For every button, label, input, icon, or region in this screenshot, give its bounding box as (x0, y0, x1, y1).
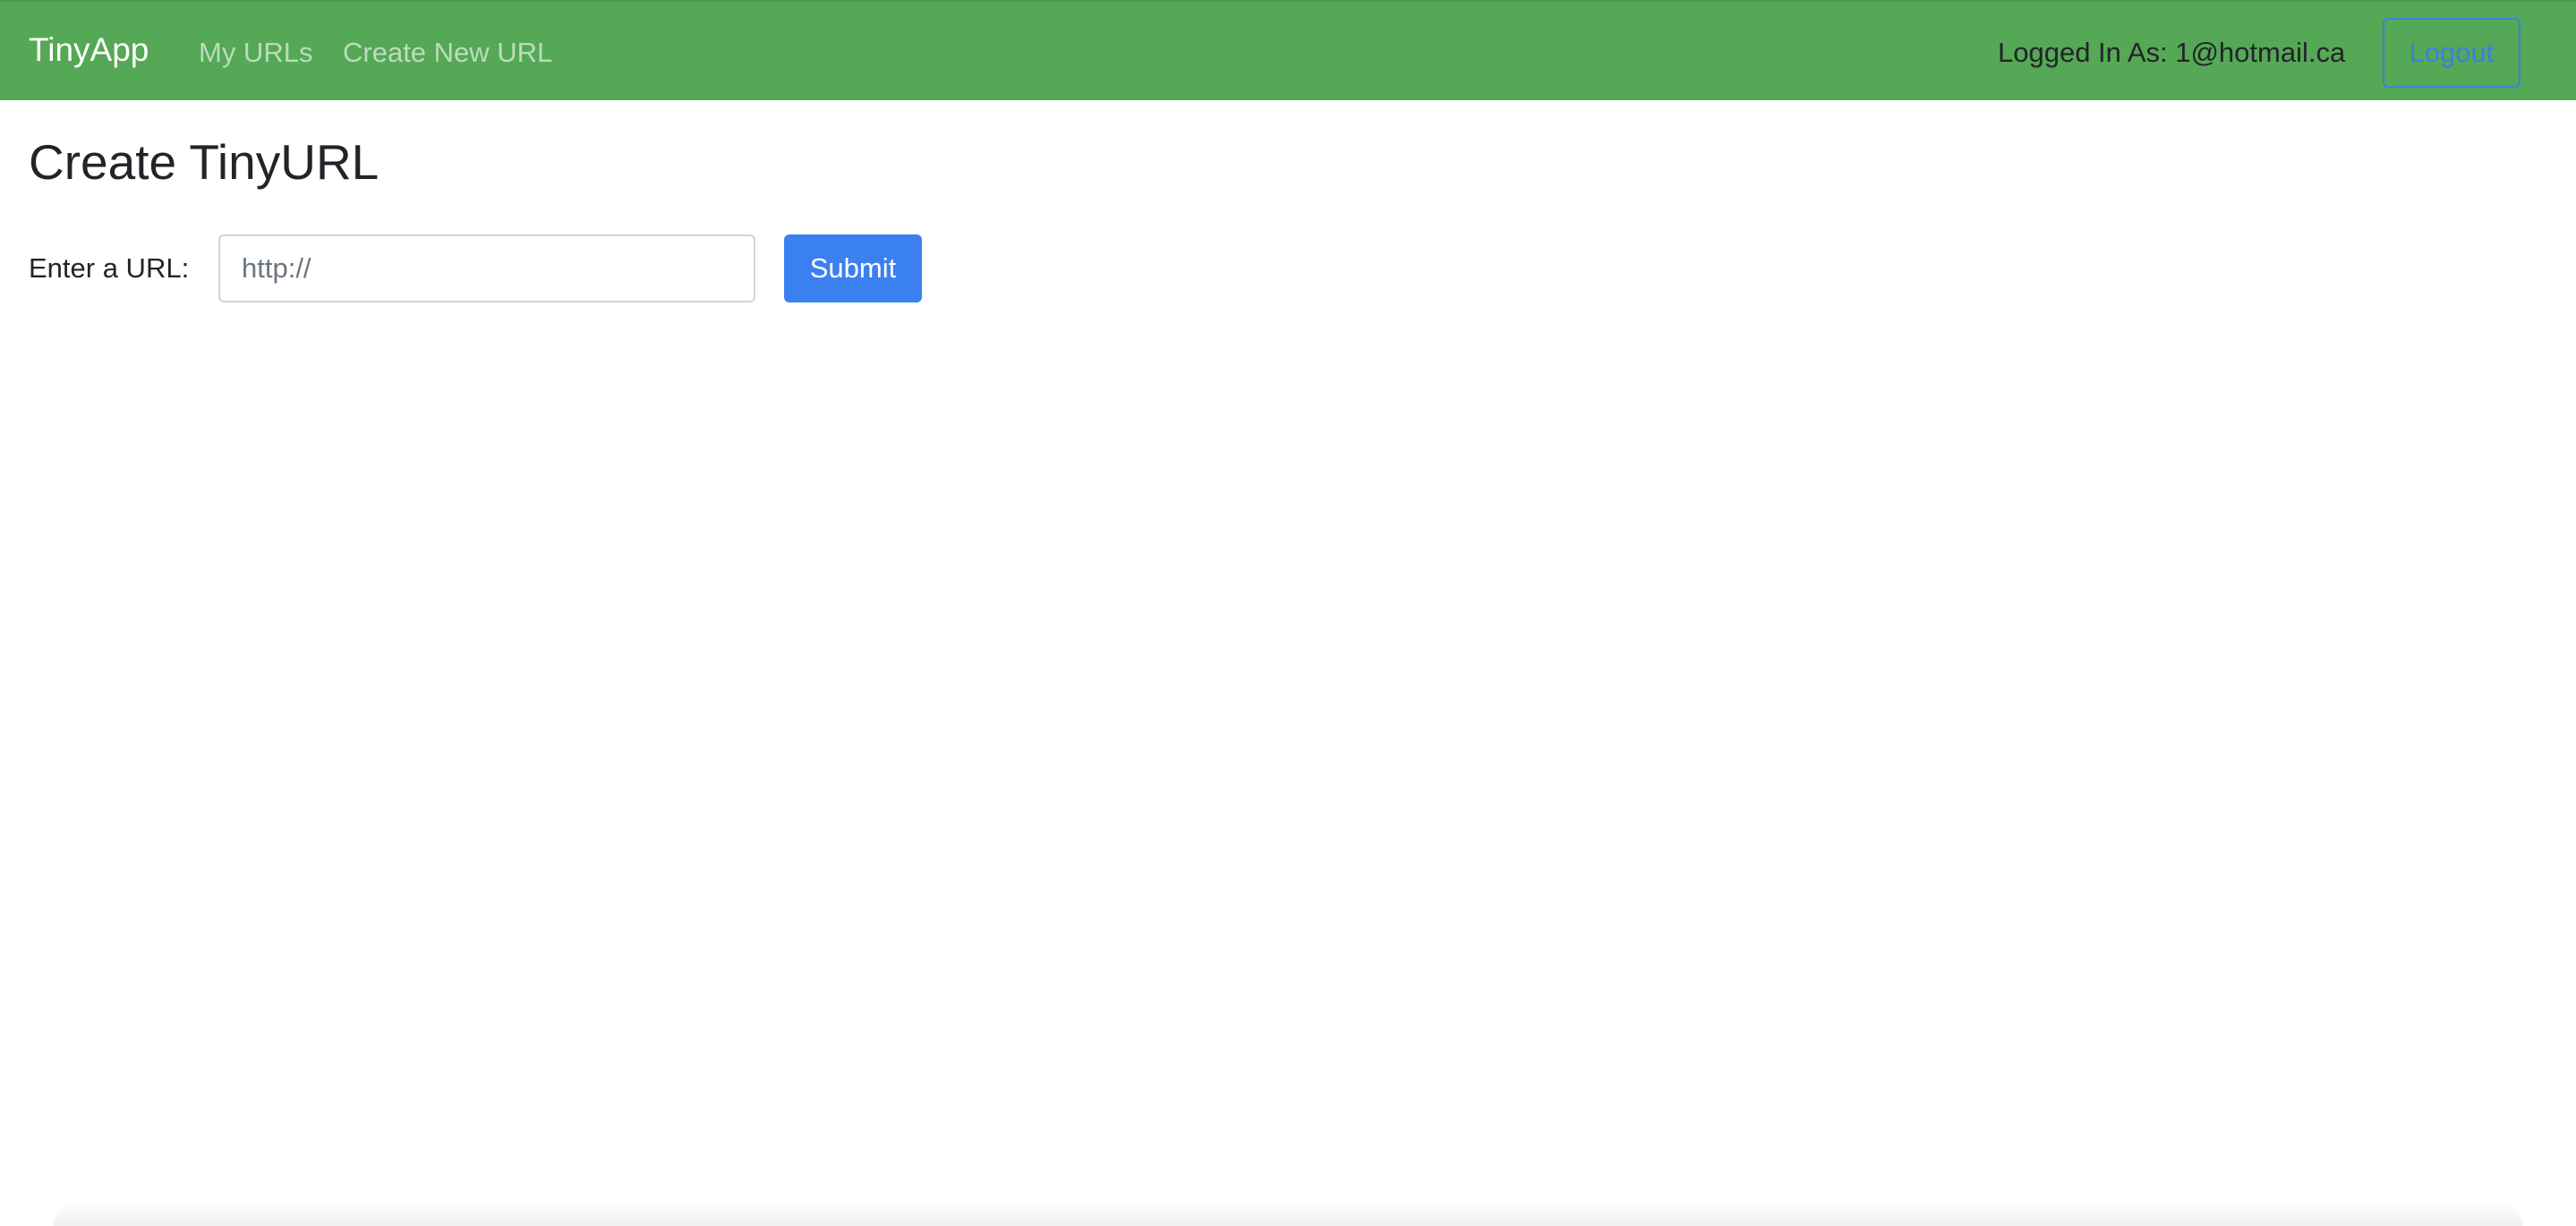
nav-link-create-new-url[interactable]: Create New URL (343, 36, 552, 69)
page-title: Create TinyURL (29, 134, 380, 190)
window-bottom-shadow (54, 1199, 2522, 1226)
brand-link[interactable]: TinyApp (29, 30, 149, 70)
nav-link-my-urls[interactable]: My URLs (199, 36, 312, 69)
url-label: Enter a URL: (29, 252, 190, 284)
logout-button[interactable]: Logout (2383, 18, 2521, 88)
logged-in-status: Logged In As: 1@hotmail.ca (1998, 37, 2346, 68)
navbar: TinyApp My URLs Create New URL Logged In… (0, 0, 2576, 100)
url-input[interactable] (218, 234, 755, 302)
submit-button[interactable]: Submit (784, 234, 922, 302)
